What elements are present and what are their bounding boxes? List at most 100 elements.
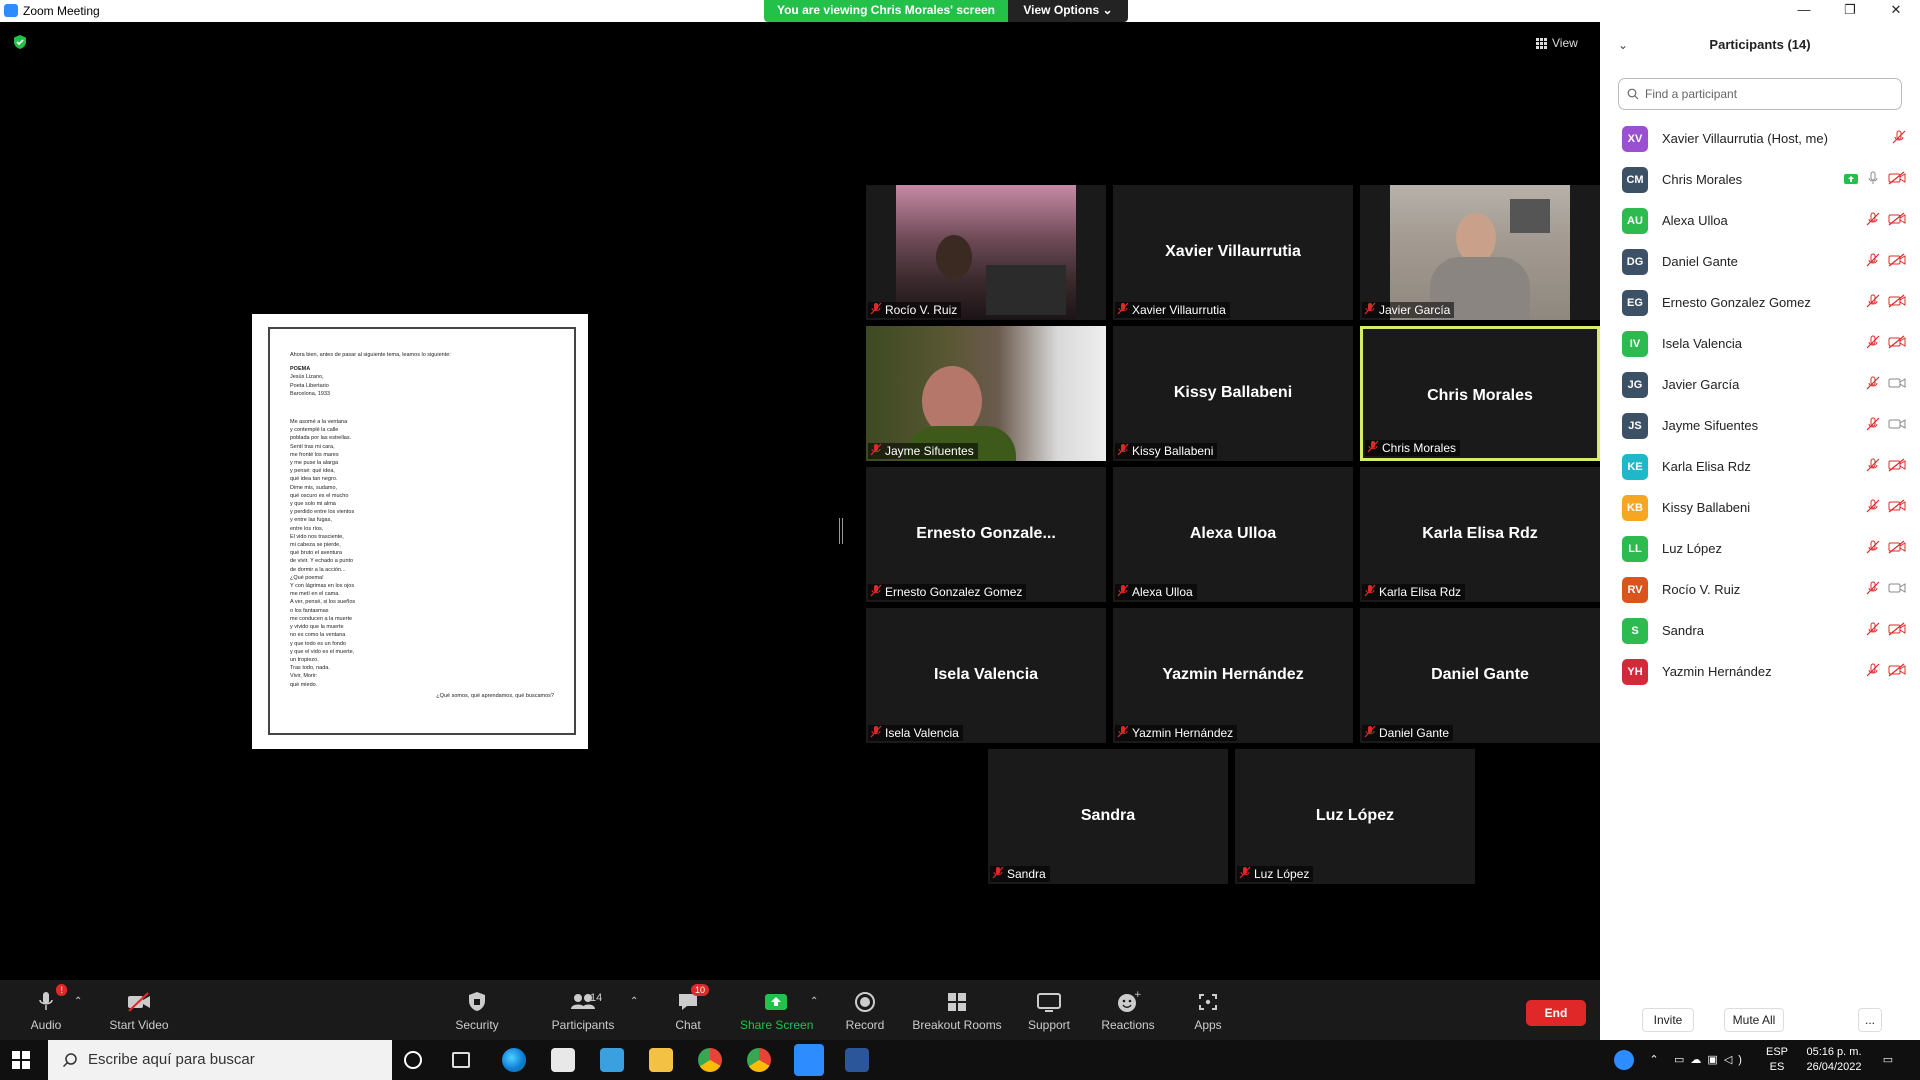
muted-mic-icon[interactable] xyxy=(1866,376,1880,395)
participant-row[interactable]: DG Daniel Gante xyxy=(1600,241,1920,282)
muted-mic-icon[interactable] xyxy=(1892,130,1906,149)
windows-start-icon[interactable] xyxy=(12,1051,30,1069)
video-tile[interactable]: Chris Morales Chris Morales xyxy=(1360,326,1600,461)
muted-mic-icon[interactable] xyxy=(1866,335,1880,354)
muted-mic-icon[interactable] xyxy=(1866,663,1880,682)
participants-options-caret-icon[interactable]: ⌃ xyxy=(630,996,638,1007)
tray-chevron-up-icon[interactable]: ⌃ xyxy=(1646,1040,1662,1080)
video-tile[interactable]: Kissy Ballabeni Kissy Ballabeni xyxy=(1113,326,1353,461)
invite-button[interactable]: Invite xyxy=(1642,1008,1694,1032)
breakout-rooms-button[interactable]: Breakout Rooms xyxy=(912,990,1002,1038)
participant-status-icons xyxy=(1866,253,1906,272)
word-icon[interactable] xyxy=(845,1048,869,1072)
participant-row[interactable]: CM Chris Morales xyxy=(1600,159,1920,200)
security-button[interactable]: Security xyxy=(452,990,502,1038)
more-options-button[interactable]: ... xyxy=(1858,1008,1882,1032)
video-tile[interactable]: Luz López Luz López xyxy=(1235,749,1475,884)
microphone-icon[interactable] xyxy=(1866,171,1880,190)
muted-mic-icon xyxy=(1364,584,1376,600)
apps-button[interactable]: Apps xyxy=(1190,990,1226,1038)
video-tile[interactable]: Jayme Sifuentes xyxy=(866,326,1106,461)
muted-mic-icon[interactable] xyxy=(1866,212,1880,231)
participant-row[interactable]: LL Luz López xyxy=(1600,528,1920,569)
participants-button[interactable]: 14 Participants xyxy=(548,990,618,1038)
participant-row[interactable]: RV Rocío V. Ruiz xyxy=(1600,569,1920,610)
muted-mic-icon[interactable] xyxy=(1866,417,1880,436)
task-view-icon[interactable] xyxy=(452,1052,470,1068)
edge-browser-icon[interactable] xyxy=(502,1048,526,1072)
poem-line: y que todo es un fondo xyxy=(290,640,346,647)
security-shield-icon[interactable] xyxy=(12,34,28,50)
video-tile[interactable]: Yazmin Hernández Yazmin Hernández xyxy=(1113,608,1353,743)
reactions-button[interactable]: + Reactions xyxy=(1100,990,1156,1038)
cortana-icon[interactable] xyxy=(404,1051,422,1069)
mute-all-button[interactable]: Mute All xyxy=(1724,1008,1784,1032)
audio-button[interactable]: ! Audio xyxy=(24,984,68,1038)
participant-row[interactable]: XV Xavier Villaurrutia (Host, me) xyxy=(1600,118,1920,159)
participant-row[interactable]: IV Isela Valencia xyxy=(1600,323,1920,364)
input-language-indicator[interactable]: ESP ES xyxy=(1762,1040,1792,1080)
video-tile[interactable]: Karla Elisa Rdz Karla Elisa Rdz xyxy=(1360,467,1600,602)
video-tile[interactable]: Alexa Ulloa Alexa Ulloa xyxy=(1113,467,1353,602)
participant-row[interactable]: S Sandra xyxy=(1600,610,1920,651)
share-options-caret-icon[interactable]: ⌃ xyxy=(810,996,818,1007)
share-screen-button[interactable]: Share Screen xyxy=(740,990,813,1038)
start-video-button[interactable]: Start Video xyxy=(104,990,174,1038)
view-options-button[interactable]: View Options ⌄ xyxy=(1008,0,1128,22)
video-tile[interactable]: Daniel Gante Daniel Gante xyxy=(1360,608,1600,743)
poem-line: y pensé: qué idea, xyxy=(290,468,335,475)
video-tile[interactable]: Ernesto Gonzale... Ernesto Gonzalez Gomez xyxy=(866,467,1106,602)
minimize-icon[interactable]: — xyxy=(1781,0,1827,22)
participant-video xyxy=(866,326,1106,461)
participant-row[interactable]: KE Karla Elisa Rdz xyxy=(1600,446,1920,487)
muted-mic-icon[interactable] xyxy=(1866,499,1880,518)
zoom-taskbar-icon[interactable] xyxy=(794,1044,824,1076)
record-label: Record xyxy=(845,1018,885,1032)
support-button[interactable]: Support xyxy=(1024,990,1074,1038)
participant-name: Alexa Ulloa xyxy=(1662,213,1728,228)
microsoft-store-icon[interactable] xyxy=(551,1048,575,1072)
video-camera-icon xyxy=(1888,581,1906,600)
muted-mic-icon[interactable] xyxy=(1866,458,1880,477)
clock[interactable]: 05:16 p. m. 26/04/2022 xyxy=(1798,1040,1870,1080)
participant-row[interactable]: KB Kissy Ballabeni xyxy=(1600,487,1920,528)
close-icon[interactable]: ✕ xyxy=(1873,0,1919,22)
poem-line: Dime mis, sudamo, xyxy=(290,484,338,491)
muted-mic-icon[interactable] xyxy=(1866,581,1880,600)
document-heading-line: Jesús Lizano, xyxy=(290,374,324,381)
participant-row[interactable]: EG Ernesto Gonzalez Gomez xyxy=(1600,282,1920,323)
help-icon[interactable] xyxy=(1614,1050,1634,1070)
record-button[interactable]: Record xyxy=(842,990,888,1038)
video-tile[interactable]: Sandra Sandra xyxy=(988,749,1228,884)
notifications-icon[interactable]: ▭ xyxy=(1876,1040,1900,1080)
participant-row[interactable]: JS Jayme Sifuentes xyxy=(1600,405,1920,446)
audio-options-caret-icon[interactable]: ⌃ xyxy=(74,996,82,1007)
tray-system-icons[interactable]: ▭☁▣◁) xyxy=(1666,1040,1756,1080)
split-view-handle[interactable] xyxy=(839,518,843,544)
avatar: RV xyxy=(1622,576,1648,603)
video-tile[interactable]: Rocío V. Ruiz xyxy=(866,185,1106,320)
muted-mic-icon[interactable] xyxy=(1866,294,1880,313)
video-tile[interactable]: Xavier Villaurrutia Xavier Villaurrutia xyxy=(1113,185,1353,320)
chat-button[interactable]: 10 Chat xyxy=(666,984,710,1038)
tile-name-label: Xavier Villaurrutia xyxy=(1115,302,1230,318)
chrome-profile-icon[interactable] xyxy=(747,1048,771,1072)
muted-mic-icon[interactable] xyxy=(1866,622,1880,641)
video-tile[interactable]: Isela Valencia Isela Valencia xyxy=(866,608,1106,743)
participant-search-input[interactable]: Find a participant xyxy=(1618,78,1902,110)
taskbar-search-box[interactable]: Escribe aquí para buscar xyxy=(48,1040,392,1080)
file-explorer-icon[interactable] xyxy=(649,1048,673,1072)
participant-row[interactable]: JG Javier García xyxy=(1600,364,1920,405)
participant-row[interactable]: YH Yazmin Hernández xyxy=(1600,651,1920,692)
muted-mic-icon[interactable] xyxy=(1866,540,1880,559)
view-button[interactable]: View xyxy=(1536,32,1588,54)
remote-desktop-icon[interactable] xyxy=(600,1048,624,1072)
participant-row[interactable]: AU Alexa Ulloa xyxy=(1600,200,1920,241)
chrome-icon[interactable] xyxy=(698,1048,722,1072)
restore-icon[interactable]: ❐ xyxy=(1827,0,1873,22)
participant-list: XV Xavier Villaurrutia (Host, me) CM Chris … xyxy=(1600,118,1920,692)
tile-name-label: Sandra xyxy=(990,866,1050,882)
muted-mic-icon[interactable] xyxy=(1866,253,1880,272)
end-meeting-button[interactable]: End xyxy=(1526,1000,1586,1026)
video-tile[interactable]: Javier García xyxy=(1360,185,1600,320)
